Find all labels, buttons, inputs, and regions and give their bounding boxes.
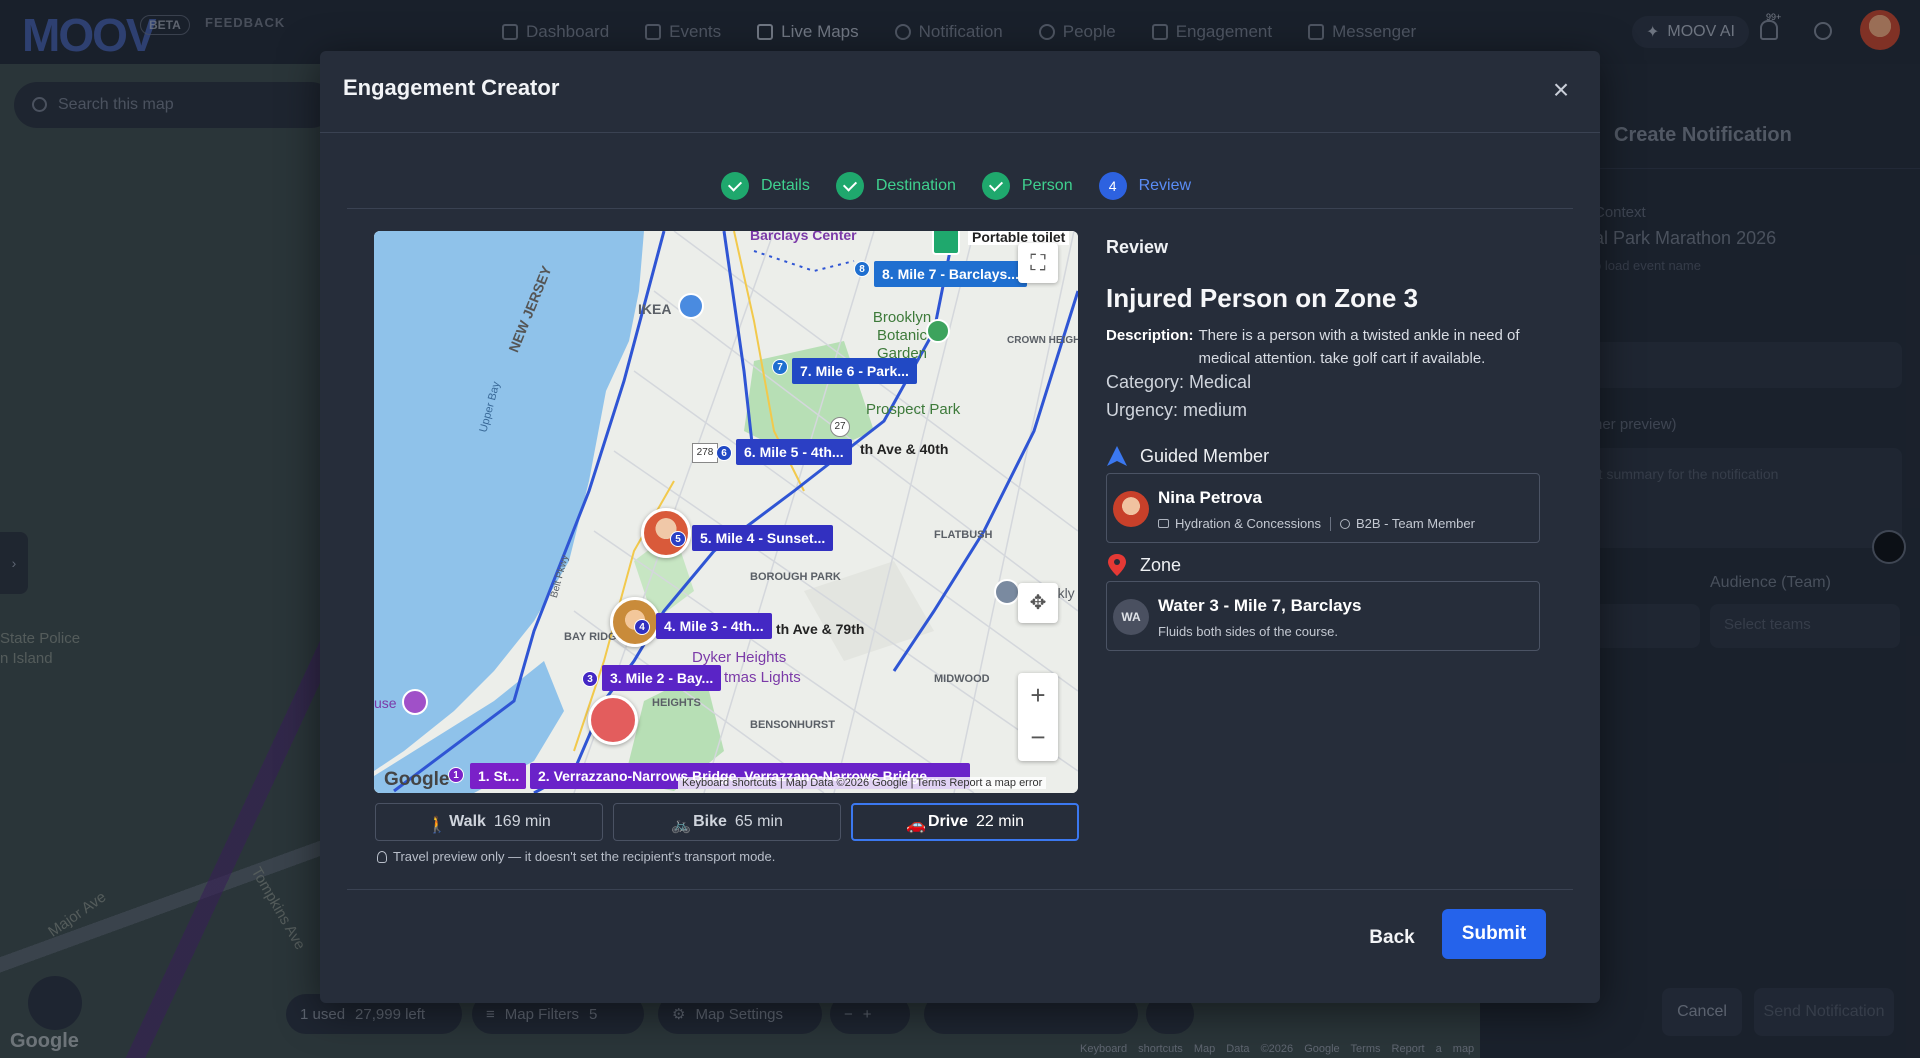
bike-icon: 🚲 bbox=[671, 817, 691, 834]
person-icon bbox=[377, 850, 387, 863]
divider bbox=[320, 132, 1600, 133]
zone-section: Zone bbox=[1106, 553, 1181, 577]
guided-member-section: Guided Member bbox=[1106, 445, 1269, 467]
map-canvas bbox=[374, 231, 1078, 793]
engagement-description: Description: There is a person with a tw… bbox=[1106, 327, 1520, 367]
car-icon: 🚗 bbox=[905, 817, 926, 834]
zone-description: Fluids both sides of the course. bbox=[1158, 624, 1338, 639]
map-label: th Ave & 79th bbox=[776, 621, 865, 637]
zoom-in-icon[interactable]: + bbox=[1018, 673, 1058, 717]
travel-note: Travel preview only — it doesn't set the… bbox=[377, 849, 775, 864]
map-label: Barclays Center bbox=[750, 231, 857, 243]
map-pin-icon bbox=[1108, 554, 1126, 576]
shopping-poi-icon[interactable] bbox=[678, 293, 704, 319]
drive-mode-button[interactable]: 🚗 Drive 22 min bbox=[851, 803, 1079, 841]
map-label: CROWN HEIGH bbox=[1007, 335, 1078, 346]
user-group-icon bbox=[1339, 518, 1350, 529]
step-details[interactable]: Details bbox=[720, 172, 810, 200]
engagement-category: Category: Medical bbox=[1106, 372, 1252, 392]
waypoint-label[interactable]: 3. Mile 2 - Bay... bbox=[602, 665, 722, 691]
toilet-poi-icon[interactable] bbox=[932, 231, 960, 255]
waypoint-label[interactable]: 1. St... bbox=[470, 763, 526, 789]
route-map[interactable]: Barclays Center Portable toilet IKEA Bro… bbox=[374, 231, 1078, 793]
walk-icon: 🚶 bbox=[427, 817, 448, 834]
museum-poi-icon[interactable] bbox=[402, 689, 428, 715]
map-label: BAY RIDG bbox=[564, 631, 617, 643]
waypoint-label[interactable]: 4. Mile 3 - 4th... bbox=[656, 613, 772, 639]
map-label: BENSONHURST bbox=[750, 719, 835, 731]
route-shield: 27 bbox=[830, 417, 850, 437]
map-attribution[interactable]: Keyboard shortcuts | Map Data ©2026 Goog… bbox=[678, 777, 1047, 789]
map-label: BOROUGH PARK bbox=[750, 571, 841, 583]
map-label: Prospect Park bbox=[866, 401, 961, 418]
stepper: Details Destination Person 4 Review bbox=[320, 171, 1600, 201]
waypoint-number: 3 bbox=[582, 671, 598, 687]
waypoint-label[interactable]: 6. Mile 5 - 4th... bbox=[736, 439, 852, 465]
waypoint-number: 7 bbox=[772, 359, 788, 375]
modal-title: Engagement Creator bbox=[343, 75, 560, 100]
step-person[interactable]: Person bbox=[981, 172, 1073, 200]
person-pin-avatar[interactable] bbox=[588, 695, 638, 745]
waypoint-number: 5 bbox=[670, 531, 686, 547]
garden-poi-icon[interactable] bbox=[926, 319, 950, 343]
divider bbox=[347, 208, 1573, 209]
member-avatar bbox=[1113, 491, 1149, 527]
step-review[interactable]: 4 Review bbox=[1098, 172, 1191, 200]
google-logo: Google bbox=[384, 769, 450, 790]
map-label: use bbox=[374, 695, 397, 711]
zone-card[interactable]: WA Water 3 - Mile 7, Barclays Fluids bot… bbox=[1106, 581, 1540, 651]
bike-mode-button[interactable]: 🚲 Bike 65 min bbox=[613, 803, 841, 841]
zoom-out-icon[interactable]: − bbox=[1018, 717, 1058, 761]
map-label: th Ave & 40th bbox=[860, 441, 949, 457]
engagement-title: Injured Person on Zone 3 bbox=[1106, 283, 1419, 313]
waypoint-number: 1 bbox=[448, 767, 464, 783]
waypoint-label[interactable]: 8. Mile 7 - Barclays... bbox=[874, 261, 1027, 287]
check-icon bbox=[835, 172, 864, 200]
waypoint-number: 4 bbox=[634, 619, 650, 635]
waypoint-number: 8 bbox=[854, 261, 870, 277]
submit-button[interactable]: Submit bbox=[1442, 909, 1546, 959]
highway-shield: 278 bbox=[692, 443, 718, 463]
map-label: tmas Lights bbox=[724, 669, 801, 686]
step-destination[interactable]: Destination bbox=[835, 172, 956, 200]
map-label: Dyker Heights bbox=[692, 649, 787, 666]
close-icon[interactable]: × bbox=[1548, 76, 1574, 104]
zone-initials-avatar: WA bbox=[1113, 599, 1149, 635]
engagement-creator-modal: Engagement Creator × Details Destination… bbox=[320, 51, 1600, 1003]
check-icon bbox=[981, 172, 1010, 200]
map-label: MIDWOOD bbox=[934, 673, 990, 685]
waypoint-label[interactable]: 7. Mile 6 - Park... bbox=[792, 358, 917, 384]
review-heading: Review bbox=[1106, 237, 1169, 257]
zoom-control: + − bbox=[1018, 673, 1058, 761]
map-label: HEIGHTS bbox=[652, 697, 701, 709]
id-card-icon bbox=[1158, 519, 1169, 528]
waypoint-label[interactable]: 5. Mile 4 - Sunset... bbox=[692, 525, 834, 551]
fullscreen-icon[interactable]: ⛶ bbox=[1018, 243, 1058, 283]
check-icon bbox=[720, 172, 749, 200]
member-name: Nina Petrova bbox=[1158, 488, 1262, 507]
step-number: 4 bbox=[1098, 172, 1127, 200]
zone-name: Water 3 - Mile 7, Barclays bbox=[1158, 596, 1362, 615]
navigation-arrow-icon bbox=[1107, 446, 1127, 466]
walk-mode-button[interactable]: 🚶 Walk 169 min bbox=[375, 803, 603, 841]
divider bbox=[347, 889, 1573, 890]
guided-member-card[interactable]: Nina Petrova Hydration & Concessions B2B… bbox=[1106, 473, 1540, 543]
pan-control-icon[interactable]: ✥ bbox=[1018, 583, 1058, 623]
map-label: FLATBUSH bbox=[934, 529, 993, 541]
waypoint-number: 6 bbox=[716, 445, 732, 461]
engagement-urgency: Urgency: medium bbox=[1106, 400, 1248, 420]
map-label: IKEA bbox=[638, 301, 672, 317]
school-poi-icon[interactable] bbox=[994, 579, 1020, 605]
back-button[interactable]: Back bbox=[1352, 913, 1432, 963]
member-meta: Hydration & Concessions B2B - Team Membe… bbox=[1158, 516, 1475, 531]
